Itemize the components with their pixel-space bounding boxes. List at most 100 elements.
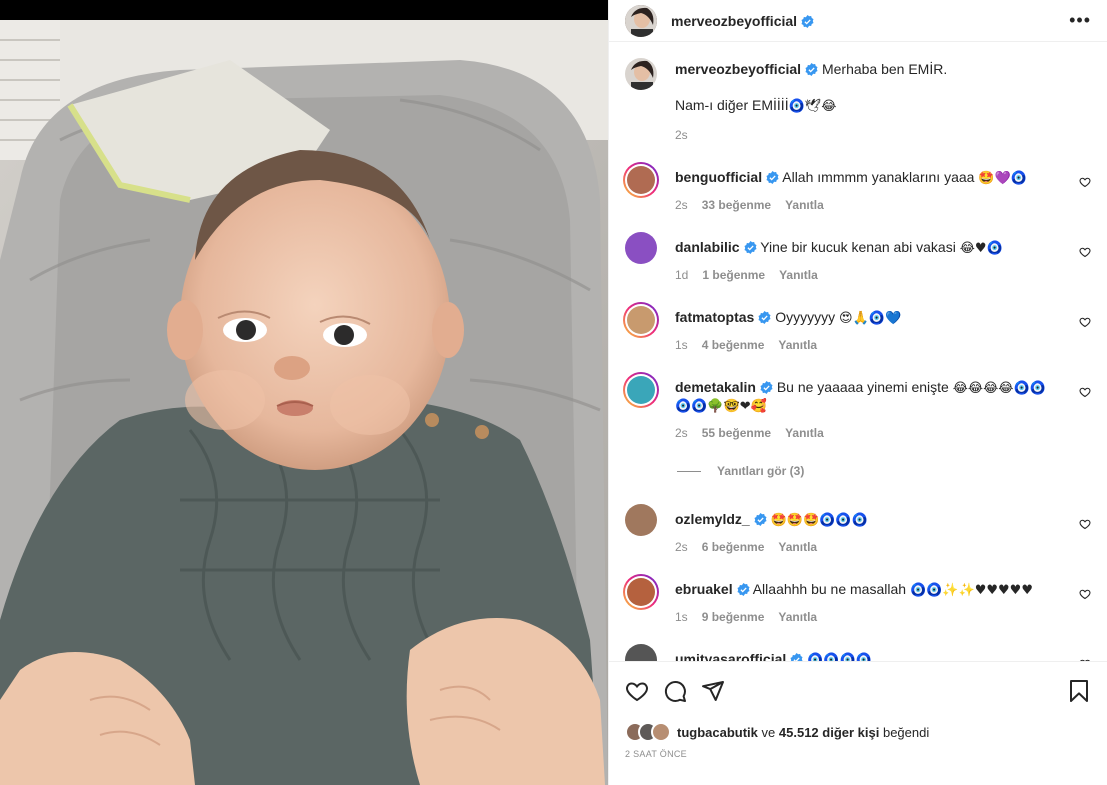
- story-ring[interactable]: [623, 372, 659, 408]
- heart-icon[interactable]: [625, 679, 649, 703]
- comment-heart-icon[interactable]: [1079, 588, 1091, 600]
- comment-likes[interactable]: 4 beğenme: [702, 336, 765, 354]
- comment-avatar: [627, 578, 655, 606]
- comment-username[interactable]: fatmatoptas: [675, 309, 754, 325]
- comment-heart-icon[interactable]: [1079, 658, 1091, 661]
- post-timestamp: 2 SAAT ÖNCE: [625, 749, 687, 759]
- comment-likes[interactable]: 6 beğenme: [702, 538, 765, 556]
- action-bar: [609, 661, 1107, 719]
- comment-age: 2s: [675, 198, 688, 212]
- author-username[interactable]: merveozbeyofficial: [671, 13, 797, 29]
- verified-icon: [744, 241, 757, 254]
- author-avatar[interactable]: [625, 4, 657, 37]
- comment-reply-button[interactable]: Yanıtla: [785, 424, 824, 442]
- verified-icon: [754, 513, 767, 526]
- story-ring[interactable]: [623, 162, 659, 198]
- comment-heart-icon[interactable]: [1079, 316, 1091, 328]
- comment-emoji: 🧿🧿✨✨♥♥♥♥♥: [909, 583, 1033, 598]
- comment-meta: 1s 9 beğenme Yanıtla: [675, 608, 1065, 626]
- verified-icon: [760, 381, 773, 394]
- caption-avatar[interactable]: [625, 58, 657, 90]
- comment-emoji-line2: 🧿🧿🌳🤓❤🥰: [675, 399, 767, 414]
- comment-username[interactable]: demetakalin: [675, 379, 756, 395]
- verified-icon: [758, 311, 771, 324]
- comment-list: benguofficial Allah ımmmm yanaklarını ya…: [623, 162, 1091, 661]
- share-icon[interactable]: [701, 679, 725, 703]
- comment-meta: 2s 33 beğenme Yanıtla: [675, 196, 1065, 214]
- comment-heart-icon[interactable]: [1079, 246, 1091, 258]
- bookmark-icon[interactable]: [1067, 679, 1091, 703]
- comments-scroll[interactable]: merveozbeyofficial Merhaba ben EMİR. Nam…: [609, 42, 1107, 661]
- caption-line1: Merhaba ben EMİR.: [821, 61, 948, 77]
- comment-reply-button[interactable]: Yanıtla: [778, 538, 817, 556]
- comment-reply-button[interactable]: Yanıtla: [778, 336, 817, 354]
- comment-likes[interactable]: 33 beğenme: [702, 196, 771, 214]
- caption-username[interactable]: merveozbeyofficial: [675, 61, 801, 77]
- story-ring[interactable]: [623, 574, 659, 610]
- view-replies-label: Yanıtları gör (3): [717, 464, 805, 478]
- comment-item: umityasarofficial 🧿🧿🧿🧿 40d 1 beğenme Yan…: [625, 644, 1091, 661]
- comment-text: Allah ımmmm yanaklarını yaaa: [782, 169, 975, 185]
- comment-item: fatmatoptas Oyyyyyyy 😍🙏🧿💙 1s 4 beğenme Y…: [623, 302, 1091, 354]
- comment-avatar[interactable]: [625, 232, 657, 264]
- comment-meta: 2s 6 beğenme Yanıtla: [675, 538, 1065, 556]
- liker-username[interactable]: tugbacabutik: [677, 725, 758, 740]
- likes-connector: ve: [761, 724, 776, 740]
- comment-text: Allaahhh bu ne masallah: [752, 581, 907, 597]
- likes-count[interactable]: 45.512 diğer kişi: [779, 725, 879, 740]
- comment-username[interactable]: ebruakel: [675, 581, 733, 597]
- comment-meta: 1s 4 beğenme Yanıtla: [675, 336, 1065, 354]
- comment-heart-icon[interactable]: [1079, 176, 1091, 188]
- comment-likes[interactable]: 9 beğenme: [702, 608, 765, 626]
- comment-age: 1s: [675, 338, 688, 352]
- comment-item: benguofficial Allah ımmmm yanaklarını ya…: [623, 162, 1091, 214]
- likes-row: tugbacabutik ve 45.512 diğer kişi beğend…: [609, 719, 1107, 745]
- comment-item: ebruakel Allaahhh bu ne masallah 🧿🧿✨✨♥♥♥…: [623, 574, 1091, 626]
- comment-reply-button[interactable]: Yanıtla: [779, 266, 818, 284]
- comment-avatar[interactable]: [625, 504, 657, 536]
- verified-icon: [737, 583, 750, 596]
- comment-avatar: [627, 376, 655, 404]
- post-sidebar: merveozbeyofficial ••• merveozbeyofficia…: [608, 0, 1107, 785]
- comment-emoji: 😂😂😂😂🧿🧿: [952, 381, 1046, 396]
- comment-heart-icon[interactable]: [1079, 386, 1091, 398]
- comment-username[interactable]: ozlemyldz_: [675, 511, 750, 527]
- comment-username[interactable]: danlabilic: [675, 239, 740, 255]
- comment-avatar[interactable]: [625, 644, 657, 661]
- comment-item: danlabilic Yine bir kucuk kenan abi vaka…: [625, 232, 1091, 284]
- caption-avatar-image: [625, 58, 657, 90]
- comment-heart-icon[interactable]: [1079, 518, 1091, 530]
- comment-meta: 1d 1 beğenme Yanıtla: [675, 266, 1065, 284]
- story-ring[interactable]: [623, 302, 659, 338]
- comment-item: demetakalin Bu ne yaaaaa yinemi enişte 😂…: [623, 372, 1091, 442]
- caption-line2: Nam-ı diğer EMİİİİ: [675, 97, 789, 113]
- post-image[interactable]: [0, 0, 608, 785]
- comment-emoji: 🤩🤩🤩🧿🧿🧿: [770, 513, 868, 528]
- post-caption: merveozbeyofficial Merhaba ben EMİR. Nam…: [625, 58, 1091, 144]
- comment-emoji: 😍🙏🧿💙: [839, 311, 902, 326]
- comment-likes[interactable]: 1 beğenme: [702, 266, 765, 284]
- comment-username[interactable]: umityasarofficial: [675, 651, 786, 661]
- comment-meta: 2s 55 beğenme Yanıtla: [675, 424, 1065, 442]
- comment-username[interactable]: benguofficial: [675, 169, 762, 185]
- more-options-icon[interactable]: •••: [1069, 10, 1091, 31]
- verified-icon: [805, 63, 818, 76]
- comment-likes[interactable]: 55 beğenme: [702, 424, 771, 442]
- baby-photo: [0, 0, 608, 785]
- liker-avatar: [651, 722, 671, 742]
- view-replies-button[interactable]: Yanıtları gör (3): [677, 464, 1091, 478]
- comment-age: 1d: [675, 268, 689, 282]
- replies-divider: [677, 470, 701, 472]
- comment-text: Yine bir kucuk kenan abi vakasi: [760, 239, 956, 255]
- post-header: merveozbeyofficial •••: [609, 0, 1107, 42]
- comment-avatar: [627, 166, 655, 194]
- comment-reply-button[interactable]: Yanıtla: [778, 608, 817, 626]
- comment-text: Oyyyyyyy: [775, 309, 836, 325]
- comment-emoji: 🧿🧿🧿🧿: [807, 653, 872, 661]
- likes-suffix: beğendi: [882, 724, 930, 740]
- comment-emoji: 🤩💜🧿: [978, 171, 1027, 186]
- comment-item: ozlemyldz_ 🤩🤩🤩🧿🧿🧿 2s 6 beğenme Yanıtla: [625, 504, 1091, 556]
- caption-emoji: 🧿🕊😂: [788, 99, 837, 114]
- comment-icon[interactable]: [663, 679, 687, 703]
- comment-reply-button[interactable]: Yanıtla: [785, 196, 824, 214]
